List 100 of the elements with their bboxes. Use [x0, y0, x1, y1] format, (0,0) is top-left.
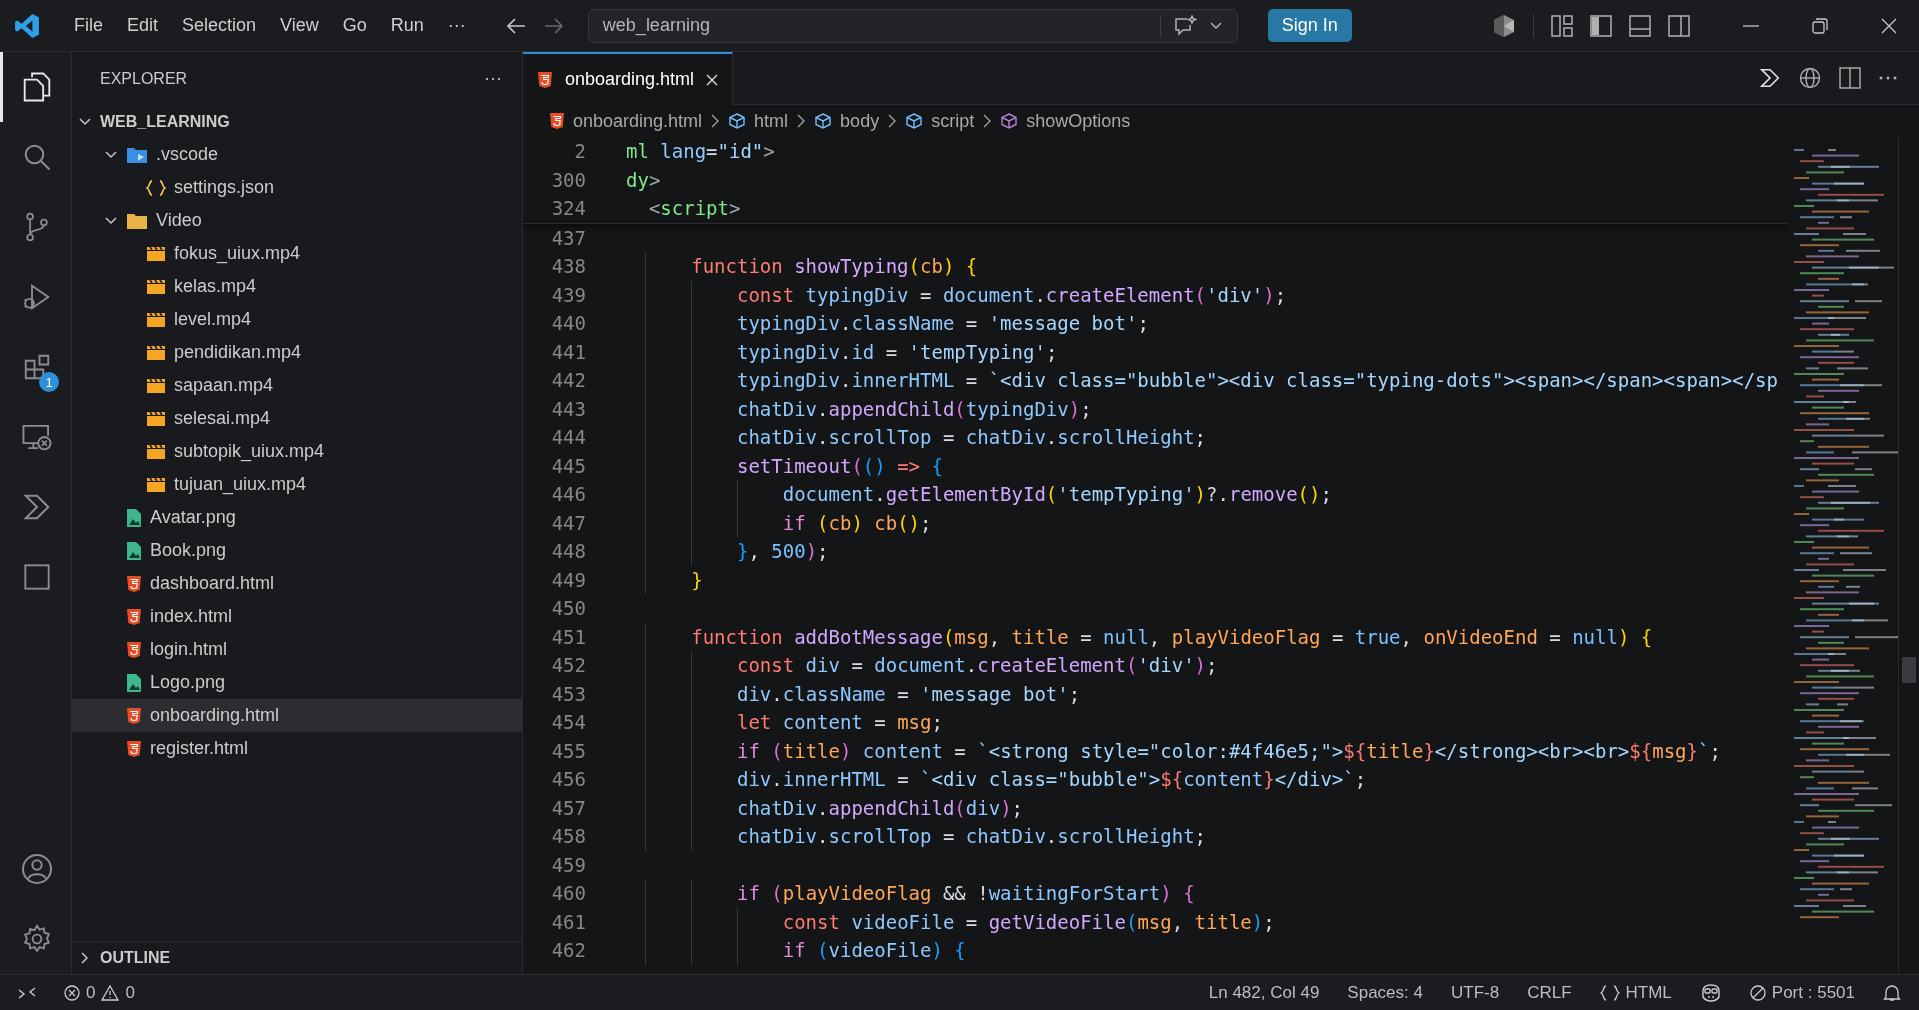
code-line: const videoFile = getVideoFile(msg, title); [781, 910, 1275, 933]
line-number: 300 [550, 168, 587, 191]
code-line: setTimeout(() => { [735, 454, 943, 477]
file-tree-item[interactable]: Book.png [72, 534, 522, 567]
folder-icon [126, 211, 148, 230]
line-number: 461 [550, 910, 587, 933]
bell-icon[interactable] [1883, 983, 1901, 1002]
encoding-status[interactable]: UTF-8 [1450, 982, 1500, 1003]
file-tree-item[interactable]: .vscode [72, 138, 522, 171]
restore-icon[interactable] [1812, 17, 1828, 34]
html-icon [537, 70, 553, 89]
sign-in-button[interactable]: Sign In [1267, 9, 1352, 42]
panel-toggle-icon[interactable] [1629, 14, 1651, 37]
split-editor-icon[interactable] [1839, 67, 1861, 89]
warning-icon [101, 984, 120, 1001]
breadcrumb-item[interactable]: onboarding.html [549, 110, 703, 132]
file-tree-item[interactable]: Logo.png [72, 666, 522, 699]
code-line: chatDiv.scrollTop = chatDiv.scrollHeight; [735, 825, 1207, 848]
copilot-icon[interactable] [1699, 983, 1722, 1002]
file-tree-item[interactable]: tujuan_uiux.mp4 [72, 468, 522, 501]
file-tree-item[interactable]: register.html [72, 732, 522, 765]
menu-item[interactable]: Edit [115, 11, 171, 40]
indentation-status[interactable]: Spaces: 4 [1347, 982, 1423, 1003]
line-number: 442 [550, 369, 587, 392]
file-tree-item[interactable]: level.mp4 [72, 303, 522, 336]
line-number: 439 [550, 283, 587, 306]
line-number: 452 [550, 654, 587, 677]
file-tree-item[interactable]: Avatar.png [72, 501, 522, 534]
clapperboard-icon [146, 443, 166, 460]
breadcrumb-item[interactable]: script [905, 110, 975, 132]
caret-icon[interactable] [1208, 20, 1223, 31]
code-line: chatDiv.appendChild(div); [735, 796, 1024, 819]
file-tree-item[interactable]: sapaan.mp4 [72, 369, 522, 402]
close-icon[interactable] [706, 73, 719, 86]
code-line: function showTyping(cb) { [690, 255, 978, 278]
line-ending-status[interactable]: CRLF [1527, 982, 1572, 1003]
layout-icon[interactable] [1551, 14, 1573, 37]
clapperboard-icon [146, 311, 166, 328]
file-tree-item[interactable]: kelas.mp4 [72, 270, 522, 303]
file-tree-item[interactable]: dashboard.html [72, 567, 522, 600]
line-number: 440 [550, 312, 587, 335]
secondary-sidebar-icon[interactable] [1668, 14, 1690, 37]
chevron-icon[interactable] [1759, 67, 1781, 89]
file-tree-item[interactable]: Video [72, 204, 522, 237]
braces-icon [1599, 984, 1620, 1001]
scrollbar-thumb[interactable] [1902, 657, 1916, 683]
more-actions-button[interactable]: ··· [484, 68, 502, 89]
line-number: 2 [573, 140, 587, 163]
file-tree-item[interactable]: index.html [72, 600, 522, 633]
close-icon[interactable] [1881, 17, 1897, 34]
port-status[interactable]: Port : 5501 [1749, 982, 1855, 1003]
file-tree-item[interactable]: settings.json [72, 171, 522, 204]
code-line: ml lang="id"> [626, 140, 775, 163]
command-center[interactable]: web_learning [587, 8, 1238, 43]
line-number: 447 [550, 511, 587, 534]
image-file-icon [126, 507, 142, 528]
line-number: 446 [550, 483, 587, 506]
file-tree-item[interactable]: fokus_uiux.mp4 [72, 237, 522, 270]
code-line: document.getElementById('tempTyping')?.remove(); [781, 483, 1332, 506]
folder-header[interactable]: WEB_LEARNING [72, 105, 522, 138]
line-number: 462 [550, 939, 587, 962]
problems-status[interactable]: 0 0 [64, 982, 135, 1003]
back-arrow-icon[interactable] [505, 16, 526, 35]
line-number: 460 [550, 882, 587, 905]
line-number: 443 [550, 397, 587, 420]
minimize-icon[interactable] [1743, 24, 1759, 27]
editor-tab[interactable]: onboarding.html [523, 52, 734, 105]
file-tree-item[interactable]: selesai.mp4 [72, 402, 522, 435]
cube-icon[interactable] [1492, 13, 1516, 38]
file-tree-item[interactable]: login.html [72, 633, 522, 666]
menu-item[interactable]: View [268, 11, 331, 40]
cursor-position[interactable]: Ln 482, Col 49 [1208, 982, 1320, 1003]
code-line: function addBotMessage(msg, title = null, playVideoFlag = true, onVideoEnd = null) { [690, 625, 1653, 648]
chat-sparkle-icon[interactable] [1172, 14, 1197, 37]
menu-item[interactable]: File [62, 11, 115, 40]
code-line: if (videoFile) { [781, 939, 966, 962]
sidebar-toggle-icon[interactable] [1590, 14, 1612, 37]
chevron-icon [887, 114, 898, 128]
line-number: 324 [550, 197, 587, 220]
files-icon [22, 71, 52, 103]
breadcrumb-item[interactable]: body [814, 110, 880, 132]
panel-title: EXPLORER [100, 69, 188, 88]
file-tree-item[interactable]: onboarding.html [72, 699, 522, 732]
code-line: div.innerHTML = `<div class="bubble">${content}</div>`; [735, 768, 1367, 791]
breadcrumb-item[interactable]: showOptions [1000, 110, 1131, 132]
language-mode[interactable]: HTML [1599, 982, 1672, 1003]
breadcrumb-item[interactable]: html [728, 110, 789, 132]
code-line: <script> [647, 197, 741, 220]
chevron-icon [22, 492, 52, 522]
menu-item[interactable]: ··· [435, 11, 478, 40]
file-tree-item[interactable]: pendidikan.mp4 [72, 336, 522, 369]
more-icon[interactable] [1879, 76, 1897, 80]
menu-item[interactable]: Selection [170, 11, 269, 40]
forward-arrow-icon[interactable] [543, 16, 564, 35]
folder-icon [126, 145, 148, 164]
menu-item[interactable]: Run [378, 11, 436, 40]
line-number: 441 [550, 340, 587, 363]
file-tree-item[interactable]: subtopik_uiux.mp4 [72, 435, 522, 468]
globe-icon[interactable] [1799, 67, 1821, 89]
menu-item[interactable]: Go [330, 11, 379, 40]
